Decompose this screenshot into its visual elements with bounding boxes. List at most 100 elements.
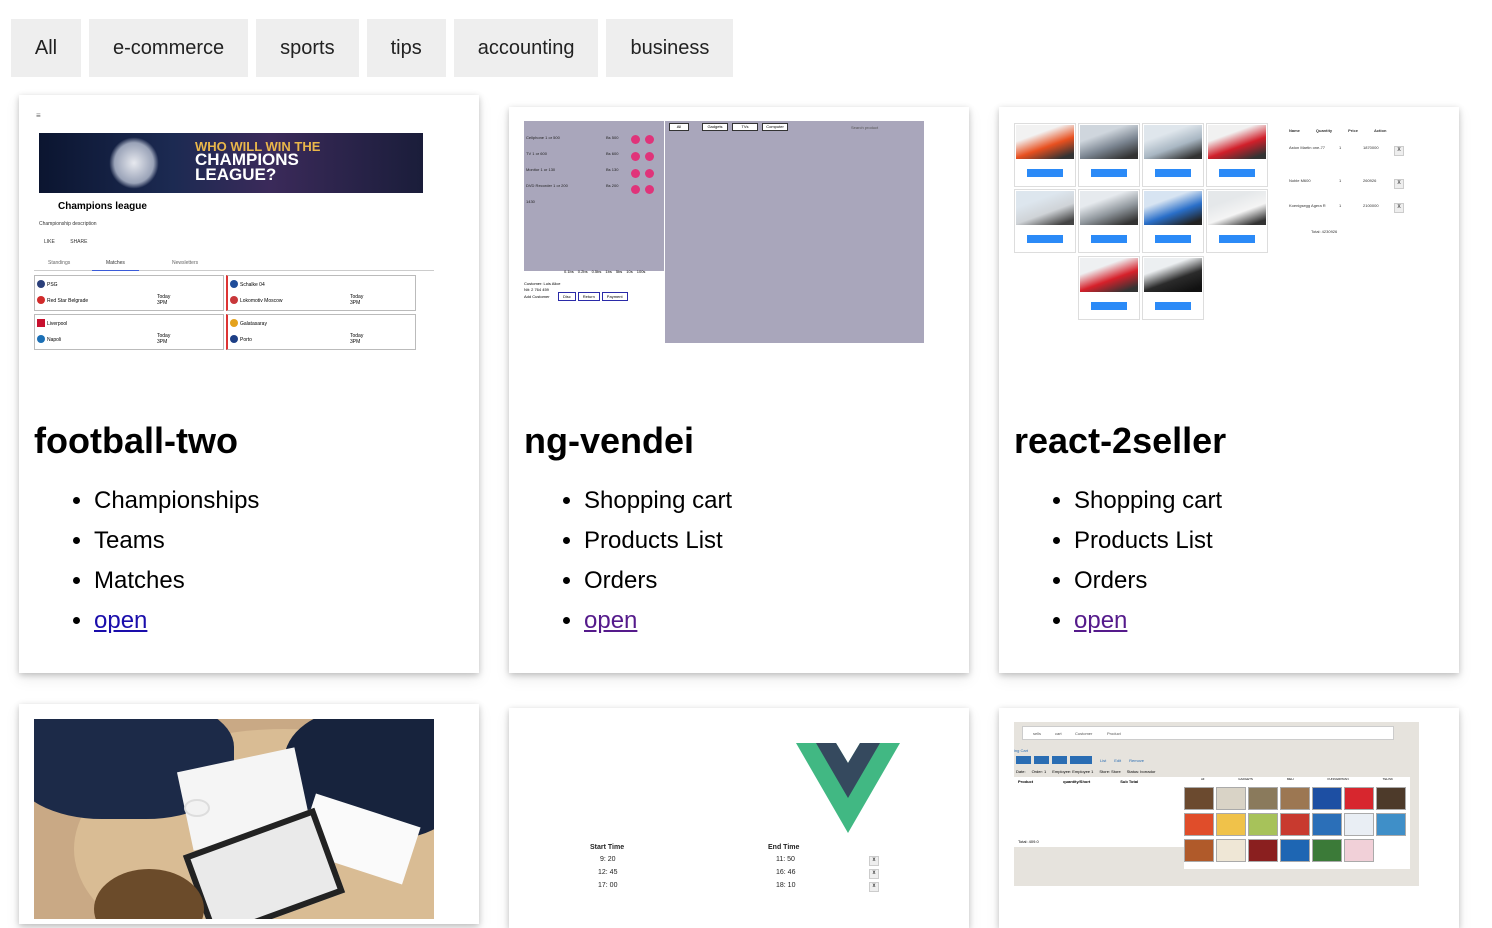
feature-item: Teams (94, 521, 259, 561)
edit-icon (631, 135, 640, 144)
nit-label: Nit: 2 764 459 (524, 287, 549, 292)
filter-ecommerce-button[interactable]: e-commerce (89, 19, 249, 77)
add-to-cart-button (1091, 235, 1127, 243)
customer-label: Customer: Luis Alice (524, 281, 561, 286)
remove-button: x (869, 869, 879, 879)
feature-item: open (1074, 601, 1222, 641)
match-row: Liverpool Napoli Today 3PM (34, 314, 224, 350)
filter-accounting-button[interactable]: accounting (453, 19, 599, 77)
end-time: 18: 10 (776, 882, 796, 889)
project-card-ng-vendei: Cellphone 1 or 500 Bs 500 TV 1 or 600 Bs… (509, 107, 969, 673)
menu-icon: ≡ (36, 111, 41, 120)
add-to-cart-button (1155, 302, 1191, 310)
feature-item: Shopping cart (1074, 481, 1222, 521)
remove-button: x (869, 882, 879, 892)
add-to-cart-button (1155, 235, 1191, 243)
filter-bar: All e-commerce sports tips accounting bu… (11, 19, 734, 77)
add-to-cart-button (1091, 302, 1127, 310)
project-thumbnail: Start Time End Time 9: 20 11: 50 x 12: 4… (524, 723, 924, 913)
team-logo-icon (37, 296, 45, 304)
team-logo-icon (230, 296, 238, 304)
remove-icon (645, 169, 654, 178)
edit-icon (631, 185, 640, 194)
tab-matches: Matches (92, 260, 139, 271)
cart-panel: Cellphone 1 or 500 Bs 500 TV 1 or 600 Bs… (524, 121, 664, 271)
team-logo-icon (230, 335, 238, 343)
open-link[interactable]: open (1074, 607, 1127, 634)
save-button (1034, 756, 1049, 764)
open-link[interactable]: open (94, 607, 147, 634)
filter-business-button[interactable]: business (606, 19, 734, 77)
project-card (19, 704, 479, 924)
feature-item: Championships (94, 481, 259, 521)
card-title: ng-vendei (524, 420, 695, 461)
project-thumbnail: Cellphone 1 or 500 Bs 500 TV 1 or 600 Bs… (524, 121, 924, 344)
feature-list: Shopping cart Products List Orders open (1014, 481, 1222, 641)
feature-item: Matches (94, 561, 259, 601)
add-to-cart-button (1091, 169, 1127, 177)
team-logo-icon (37, 335, 45, 343)
feature-list: Shopping cart Products List Orders open (524, 481, 732, 641)
feature-item: Products List (1074, 521, 1222, 561)
cart-table-header: Name Quantity Price Action (1289, 128, 1387, 133)
start-time-header: Start Time (590, 844, 625, 851)
project-thumbnail: Name Quantity Price Action Aston Martin one… (1014, 123, 1414, 327)
feature-item: open (584, 601, 732, 641)
project-thumbnail: sells cart Customer Product ing Cart Lis… (1014, 722, 1419, 886)
filter-tips-button[interactable]: tips (366, 19, 446, 77)
remove-icon (645, 135, 654, 144)
add-to-cart-button (1155, 169, 1191, 177)
trophy-icon (109, 137, 159, 189)
payment-actions: Disc Return Payment (558, 292, 628, 301)
top-nav: sells cart Customer Product (1022, 726, 1394, 740)
match-row: PSG Red Star Belgrade Today 3PM (34, 275, 224, 311)
clear-button (1016, 756, 1031, 764)
cart-heading: ing Cart (1014, 748, 1029, 753)
banner-title: CHAMPIONS LEAGUE? (195, 150, 299, 184)
like-button: LIKE (44, 239, 55, 245)
product-grid: All GADGETS MEH FUNNGRPRAN TELISK (1184, 777, 1410, 869)
project-thumbnail: ≡ WHO WILL WIN THE CHAMPIONS LEAGUE? Cham… (34, 109, 434, 352)
amount-buttons: 0.1bs 0.2bs 0.5bs 1bs 5bs 10s 100s (564, 269, 646, 274)
cart-row: Aston Martin one-77 1 1870000 (1289, 145, 1379, 150)
remove-icon (645, 185, 654, 194)
order-table: Product quantity/Short Sub Total Total: 40… (1014, 777, 1184, 847)
feature-item: Shopping cart (584, 481, 732, 521)
add-to-cart-button (1219, 169, 1255, 177)
start-time: 17: 00 (598, 882, 618, 889)
team-logo-icon (230, 280, 238, 288)
championship-heading: Champions league (58, 201, 147, 212)
project-card: Start Time End Time 9: 20 11: 50 x 12: 4… (509, 708, 969, 928)
end-time-header: End Time (768, 844, 800, 851)
cart-total: Total: 4230926 (1311, 229, 1338, 234)
tab-standings: Standings (48, 260, 71, 266)
edit-icon (631, 169, 640, 178)
filter-all-button[interactable]: All (11, 19, 81, 77)
team-logo-icon (37, 319, 45, 327)
match-row: Galatasaray Porto Today 3PM (226, 314, 416, 350)
add-to-cart-button (1219, 235, 1255, 243)
cart-row: Koenigsegg Agera R 1 2100000 (1289, 203, 1379, 208)
card-title: football-two (34, 420, 238, 461)
feature-list: Championships Teams Matches open (34, 481, 259, 641)
feature-item: Orders (1074, 561, 1222, 601)
card-actions: LIKE SHARE (44, 239, 87, 245)
return-button (1070, 756, 1092, 764)
project-card-football-two: ≡ WHO WILL WIN THE CHAMPIONS LEAGUE? Cham… (19, 95, 479, 673)
filter-sports-button[interactable]: sports (256, 19, 359, 77)
match-row: Schalke 04 Lokomotiv Moscow Today 3PM (226, 275, 416, 311)
team-logo-icon (230, 319, 238, 327)
share-button: SHARE (70, 239, 88, 245)
add-to-cart-button (1027, 235, 1063, 243)
cart-row: Noble M600 1 260926 (1289, 178, 1377, 183)
tab-newsletters: Newsletters (172, 260, 199, 266)
banner-image: WHO WILL WIN THE CHAMPIONS LEAGUE? (39, 133, 423, 193)
pay-button (1052, 756, 1067, 764)
order-info: Date: Order: 1 Employee: Employee 1 Store: … (1016, 769, 1156, 774)
card-title: react-2seller (1014, 420, 1227, 461)
feature-item: Products List (584, 521, 732, 561)
feature-item: Orders (584, 561, 732, 601)
meeting-photo (34, 719, 434, 919)
open-link[interactable]: open (584, 607, 637, 634)
tab-bar: Standings Matches Newsletters (34, 255, 434, 271)
